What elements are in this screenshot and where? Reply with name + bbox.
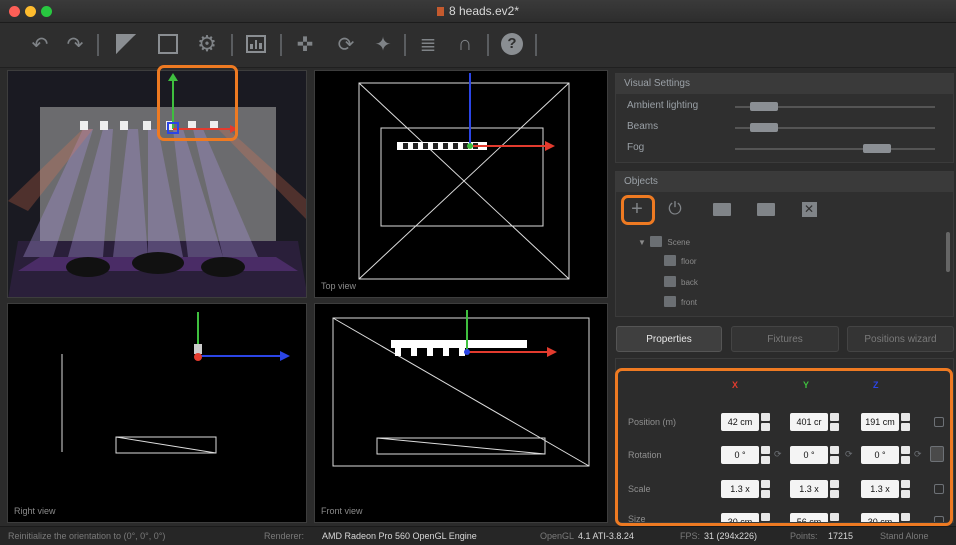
points-value: 17215 [828,531,854,541]
front-view-label: Front view [321,506,363,516]
folder-icon[interactable] [756,199,776,219]
fog-label: Fog [627,142,645,153]
main-toolbar: ↶ ↷ ⚙ ✜ ⟳ ✦ ≣ ∩ ? [0,23,956,68]
front-view-scene [332,310,590,467]
fps-value: 31 (294x226) [704,531,758,541]
move-icon[interactable]: ✜ [293,32,317,56]
undo-icon[interactable]: ↶ [28,32,52,56]
tab-positions-wizard[interactable]: Positions wizard [847,326,954,352]
tree-item-scene-label: Scene [667,238,691,247]
mesh-icon [664,255,676,266]
tree-item-back-label: back [681,278,698,287]
document-icon [436,7,444,16]
fixture-icon[interactable]: ≣ [416,32,440,56]
toolbar-separator [280,34,282,56]
top-view-scene [358,73,570,280]
toolbar-separator [231,34,233,56]
visual-settings-title: Visual Settings [616,74,953,94]
fog-slider[interactable] [735,144,935,153]
objects-title: Objects [616,172,953,192]
beams-label: Beams [627,121,659,132]
mesh-icon [664,296,676,307]
fps-label: FPS: [680,531,701,541]
right-view-label: Right view [14,506,56,516]
right-view-scene [61,312,290,454]
ambient-lighting-slider[interactable] [735,102,935,111]
window-title-text: 8 heads.ev2* [448,4,520,18]
tree-item-front[interactable]: front [664,296,697,307]
tab-fixtures[interactable]: Fixtures [731,326,839,352]
tree-item-front-label: front [681,298,698,307]
top-viewport[interactable]: Top view [314,70,608,298]
fog-slider-handle[interactable] [863,144,891,153]
front-viewport[interactable]: Front view [314,303,608,523]
add-folder-icon[interactable] [712,199,732,219]
folder-icon [650,236,663,247]
mesh-icon [664,276,676,287]
properties-highlight [615,368,953,526]
tab-properties[interactable]: Properties [616,326,722,352]
disclosure-triangle-icon[interactable]: ▼ [638,238,646,247]
select-icon[interactable] [114,32,138,56]
help-icon[interactable]: ? [500,32,524,56]
status-bar: Reinitialize the orientation to (0°, 0°,… [0,526,956,545]
opengl-value: 4.1 ATI-3.8.24 [578,531,634,541]
points-label: Points: [790,531,818,541]
renderer-value: AMD Radeon Pro 560 OpenGL Engine [322,531,477,541]
toolbar-separator [535,34,537,56]
tree-item-scene[interactable]: ▼ Scene [638,236,690,247]
title-bar: 8 heads.ev2* [0,0,956,23]
add-fixture-icon[interactable]: ⏻ [665,199,685,219]
objects-scrollbar[interactable] [946,232,950,272]
gizmo-highlight [157,65,238,141]
right-viewport[interactable]: Right view [7,303,307,523]
mode-label: Stand Alone [880,531,929,541]
rotate-icon[interactable]: ⟳ [334,32,358,56]
delete-icon[interactable]: ✕ [799,199,819,219]
gear-icon[interactable]: ⚙ [195,31,219,56]
toolbar-separator [487,34,489,56]
redo-icon[interactable]: ↷ [63,32,87,56]
tree-item-back[interactable]: back [664,276,698,287]
add-button-highlight [621,195,655,225]
window-title: 8 heads.ev2* [0,4,956,18]
scale-icon[interactable]: ✦ [371,32,395,56]
status-hint: Reinitialize the orientation to (0°, 0°,… [8,531,166,541]
beams-slider-handle[interactable] [750,123,778,132]
ambient-lighting-label: Ambient lighting [627,100,699,111]
magnet-icon[interactable]: ∩ [453,32,477,56]
toolbar-separator [97,34,99,56]
tree-item-floor[interactable]: floor [664,255,697,266]
renderer-label: Renderer: [264,531,305,541]
top-view-label: Top view [321,281,357,291]
tree-item-floor-label: floor [681,257,697,266]
frame-icon[interactable] [156,32,180,56]
toolbar-separator [404,34,406,56]
opengl-label: OpenGL [540,531,575,541]
chart-icon[interactable] [244,32,268,56]
beams-slider[interactable] [735,123,935,132]
ambient-lighting-slider-handle[interactable] [750,102,778,111]
